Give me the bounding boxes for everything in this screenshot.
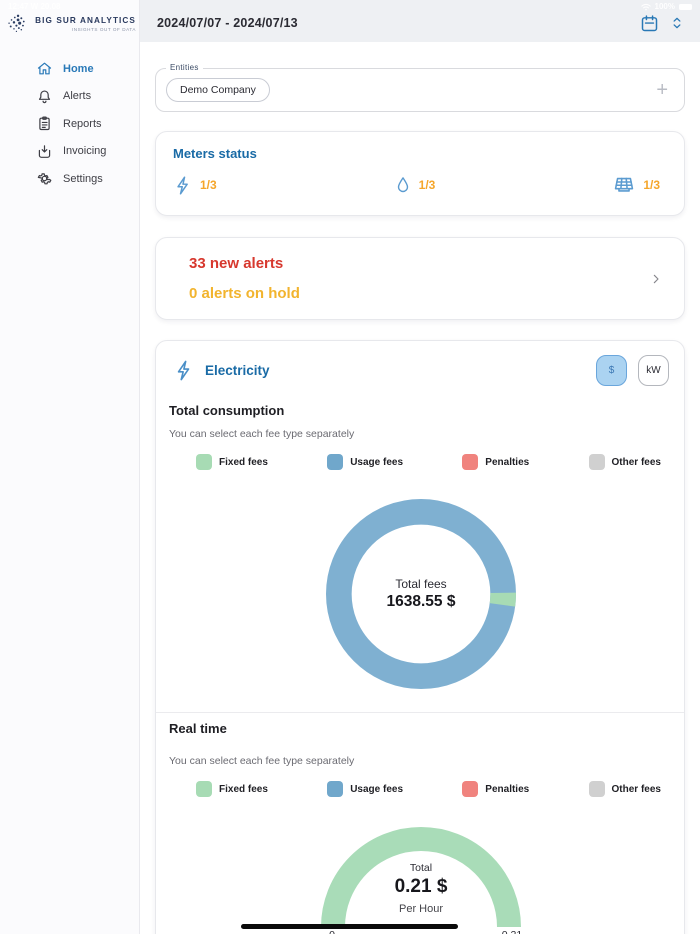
brand-tagline: INSIGHTS OUT OF DATA (71, 27, 136, 32)
meters-status-card: Meters status 1/3 1/3 1/3 (155, 131, 685, 216)
add-entity-button[interactable]: + (656, 80, 668, 100)
fees-legend-realtime: Fixed fees Usage fees Penalties Other fe… (156, 781, 686, 797)
chevron-right-icon[interactable] (648, 271, 664, 287)
expand-button[interactable] (668, 14, 686, 32)
donut-center-value: 1638.55 $ (386, 593, 456, 610)
gauge-max-label: 0.21 (499, 929, 525, 934)
legend-item-fixed-fees[interactable]: Fixed fees (196, 781, 268, 797)
alerts-summary-card[interactable]: 33 new alerts 0 alerts on hold (155, 237, 685, 320)
gauge-center-label: Total (409, 862, 433, 874)
sidebar-item-label: Reports (63, 117, 102, 130)
total-consumption-subheading: You can select each fee type separately (169, 428, 355, 440)
sidebar-item-invoicing[interactable]: Invoicing (0, 138, 139, 166)
brand: BIG SUR ANALYTICS INSIGHTS OUT OF DATA (0, 0, 139, 39)
meter-status-value: 1/3 (418, 178, 436, 192)
gear-icon (37, 173, 52, 185)
invoice-icon (38, 144, 51, 158)
sidebar-item-label: Home (63, 62, 94, 75)
brand-logo-dots (8, 14, 25, 32)
penalties-swatch (462, 454, 479, 470)
usage-fees-swatch (327, 454, 344, 470)
real-time-subheading: You can select each fee type separately (169, 755, 355, 767)
expand-icon (673, 17, 681, 29)
real-time-heading: Real time (169, 721, 227, 736)
legend-item-penalties[interactable]: Penalties (462, 454, 529, 470)
other-fees-swatch (588, 781, 605, 797)
fees-legend: Fixed fees Usage fees Penalties Other fe… (156, 454, 686, 470)
donut-center-label: Total fees (395, 577, 447, 591)
section-divider (156, 712, 684, 713)
sidebar-item-label: Settings (63, 172, 103, 185)
entities-selector: Entities Demo Company + (155, 63, 685, 112)
bolt-icon (177, 360, 190, 381)
sidebar-item-label: Alerts (63, 90, 92, 103)
sidebar-item-label: Invoicing (63, 145, 107, 158)
fixed-fees-swatch (196, 781, 212, 797)
solar-panel-icon (615, 177, 634, 192)
drop-icon (397, 177, 408, 193)
sidebar: BIG SUR ANALYTICS INSIGHTS OUT OF DATA H… (0, 0, 140, 934)
date-range[interactable]: 2024/07/07 - 2024/07/13 (157, 16, 298, 30)
legend-item-other-fees[interactable]: Other fees (588, 454, 661, 470)
penalties-swatch (462, 781, 479, 797)
report-icon (39, 116, 50, 131)
brand-name: BIG SUR ANALYTICS (35, 16, 136, 25)
gauge-min-label: 0 (322, 929, 342, 934)
sidebar-item-home[interactable]: Home (0, 55, 139, 83)
meter-solar: 1/3 (611, 174, 660, 196)
meter-status-value: 1/3 (643, 178, 660, 192)
new-alerts-text: 33 new alerts (189, 255, 284, 272)
legend-item-usage-fees[interactable]: Usage fees (327, 454, 403, 470)
bell-icon (38, 90, 51, 103)
electricity-card: Electricity $ kW Total consumption You c… (155, 340, 685, 934)
top-bar: 2024/07/07 - 2024/07/13 (140, 0, 700, 42)
bolt-icon (177, 175, 188, 195)
sidebar-item-reports[interactable]: Reports (0, 110, 139, 138)
usage-fees-swatch (327, 781, 344, 797)
meter-status-value: 1/3 (200, 178, 217, 192)
other-fees-swatch (588, 454, 605, 470)
calendar-button[interactable] (639, 13, 660, 34)
electricity-title: Electricity (205, 363, 270, 378)
fixed-fees-swatch (196, 454, 212, 470)
gauge-center-text: Total 0.21 $ Per Hour (321, 862, 521, 915)
sidebar-item-alerts[interactable]: Alerts (0, 83, 139, 111)
sidebar-item-settings[interactable]: Settings (0, 165, 139, 193)
legend-item-fixed-fees[interactable]: Fixed fees (196, 454, 268, 470)
total-consumption-heading: Total consumption (169, 403, 285, 418)
home-icon (37, 62, 52, 75)
gauge-center-value: 0.21 $ (394, 876, 448, 897)
meters-status-title: Meters status (173, 146, 257, 161)
legend-item-usage-fees[interactable]: Usage fees (327, 781, 403, 797)
meter-water: 1/3 (393, 175, 436, 195)
gauge-needle (241, 924, 458, 929)
unit-toggle: $ kW (596, 355, 669, 386)
entities-label: Entities (166, 63, 203, 72)
gauge-center-unit: Per Hour (398, 903, 444, 915)
unit-dollar-button[interactable]: $ (596, 355, 627, 386)
legend-item-other-fees[interactable]: Other fees (588, 781, 661, 797)
calendar-icon (641, 14, 658, 31)
entity-chip[interactable]: Demo Company (166, 78, 270, 102)
donut-center-text: Total fees 1638.55 $ (321, 577, 521, 611)
unit-kw-button[interactable]: kW (638, 355, 669, 386)
meter-electricity: 1/3 (173, 175, 217, 196)
legend-item-penalties[interactable]: Penalties (462, 781, 529, 797)
app-root: 12:47 W 20.08 100% BIG SUR ANALYTICS INS… (0, 0, 700, 934)
sidebar-nav: Home Alerts Reports Invoicing Settings (0, 55, 139, 193)
alerts-on-hold-text: 0 alerts on hold (189, 285, 300, 302)
